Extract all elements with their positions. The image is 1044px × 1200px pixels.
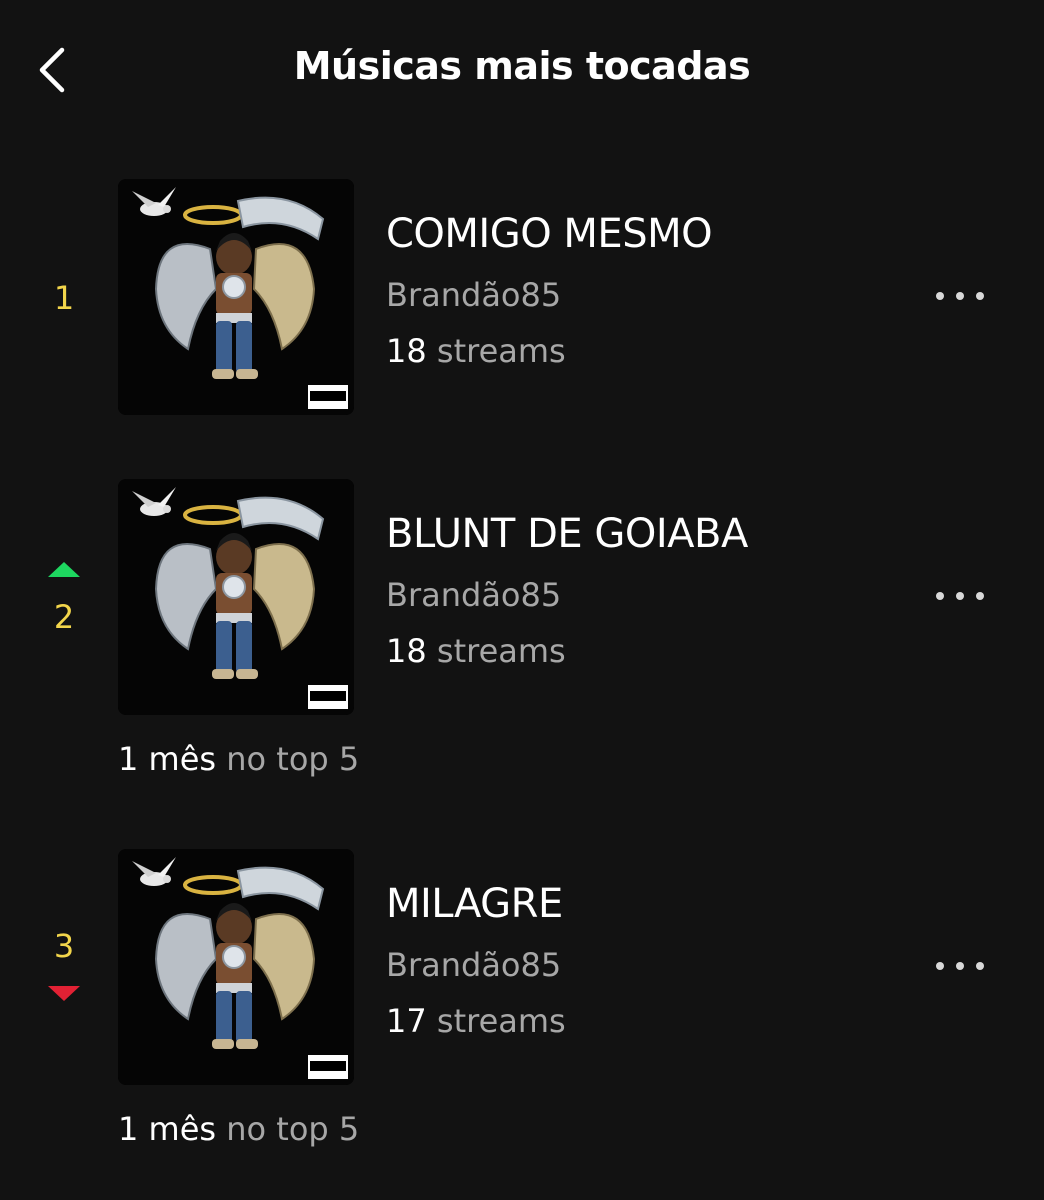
parental-advisory-icon <box>308 685 348 709</box>
track-streams: 17 streams <box>386 1002 886 1040</box>
streams-label: streams <box>436 332 566 371</box>
streams-count: 18 <box>386 632 427 671</box>
album-art-graphic <box>118 179 354 415</box>
rank-number: 1 <box>53 279 75 317</box>
more-options-button[interactable] <box>928 946 992 986</box>
track-artist[interactable]: Brandão85 <box>386 946 886 984</box>
track-streams: 18 streams <box>386 632 886 670</box>
top5-duration-value: 1 mês <box>118 1110 217 1148</box>
rank-column: 3 <box>24 930 104 1001</box>
rank-column: 1 <box>24 282 104 314</box>
track-artist[interactable]: Brandão85 <box>386 576 886 614</box>
track-info: BLUNT DE GOIABA Brandão85 18 streams <box>386 510 886 671</box>
album-cover[interactable] <box>118 849 354 1085</box>
track-info: MILAGRE Brandão85 17 streams <box>386 880 886 1041</box>
streams-label: streams <box>436 632 566 671</box>
streams-count: 17 <box>386 1002 427 1041</box>
page-title: Músicas mais tocadas <box>293 44 751 88</box>
rank-number: 3 <box>53 927 75 965</box>
more-horizontal-icon <box>936 592 984 600</box>
more-horizontal-icon <box>936 962 984 970</box>
track-info: COMIGO MESMO Brandão85 18 streams <box>386 210 886 371</box>
top5-duration-value: 1 mês <box>118 740 217 778</box>
top5-duration-label: no top 5 <box>226 740 360 778</box>
album-cover[interactable] <box>118 179 354 415</box>
top5-duration: 1 mês no top 5 <box>118 740 359 778</box>
track-artist[interactable]: Brandão85 <box>386 276 886 314</box>
trend-up-icon <box>48 562 80 577</box>
top5-duration-label: no top 5 <box>226 1110 360 1148</box>
album-art-graphic <box>118 849 354 1085</box>
album-cover[interactable] <box>118 479 354 715</box>
trend-down-icon <box>48 986 80 1001</box>
more-horizontal-icon <box>936 292 984 300</box>
album-art-graphic <box>118 479 354 715</box>
track-title: BLUNT DE GOIABA <box>386 511 748 557</box>
top-bar: Músicas mais tocadas <box>0 0 1044 140</box>
rank-number: 2 <box>53 598 75 636</box>
track-title: MILAGRE <box>386 881 563 927</box>
parental-advisory-icon <box>308 385 348 409</box>
streams-label: streams <box>436 1002 566 1041</box>
more-options-button[interactable] <box>928 276 992 316</box>
rank-column: 2 <box>24 562 104 633</box>
streams-count: 18 <box>386 332 427 371</box>
parental-advisory-icon <box>308 1055 348 1079</box>
track-title: COMIGO MESMO <box>386 211 713 257</box>
top5-duration: 1 mês no top 5 <box>118 1110 359 1148</box>
more-options-button[interactable] <box>928 576 992 616</box>
track-streams: 18 streams <box>386 332 886 370</box>
